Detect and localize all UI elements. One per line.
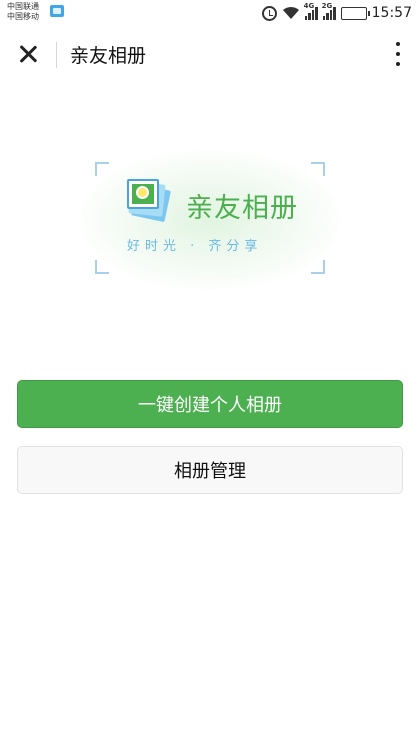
signal-icon-2: 2G [322,2,336,20]
signal-1-label: 4G [303,2,315,10]
status-time: 15:57 [371,5,412,21]
status-icons: 4G 2G 15:57 [261,2,412,23]
nav-divider [56,42,57,68]
carrier-1: 中国联通 [7,2,39,11]
page-title: 亲友相册 [70,45,147,67]
logo-slogan: 好时光 · 齐分享 [127,239,263,254]
create-album-button[interactable]: 一键创建个人相册 [17,380,403,428]
frame-corner [95,260,109,274]
nav-bar: 亲友相册 [0,26,420,82]
alarm-icon [261,5,277,21]
battery-charging-icon [340,6,370,20]
close-icon[interactable] [10,36,46,72]
album-logo: 亲友相册 好时光 · 齐分享 [80,150,340,290]
carrier-info: 中国联通 中国移动 [7,2,39,22]
frame-corner [311,162,325,176]
status-bar: 中国联通 中国移动 4G 2G 15:57 [0,0,420,26]
photo-album-icon [125,177,171,223]
signal-icon: 4G [304,2,318,20]
wifi-icon [282,6,300,20]
album-manage-button[interactable]: 相册管理 [17,446,403,494]
logo-title: 亲友相册 [186,193,298,224]
frame-corner [95,162,109,176]
signal-2-label: 2G [321,2,333,10]
frame-corner [311,260,325,274]
notification-icon [50,5,64,17]
more-vertical-icon[interactable] [390,38,406,70]
carrier-2: 中国移动 [7,12,39,21]
